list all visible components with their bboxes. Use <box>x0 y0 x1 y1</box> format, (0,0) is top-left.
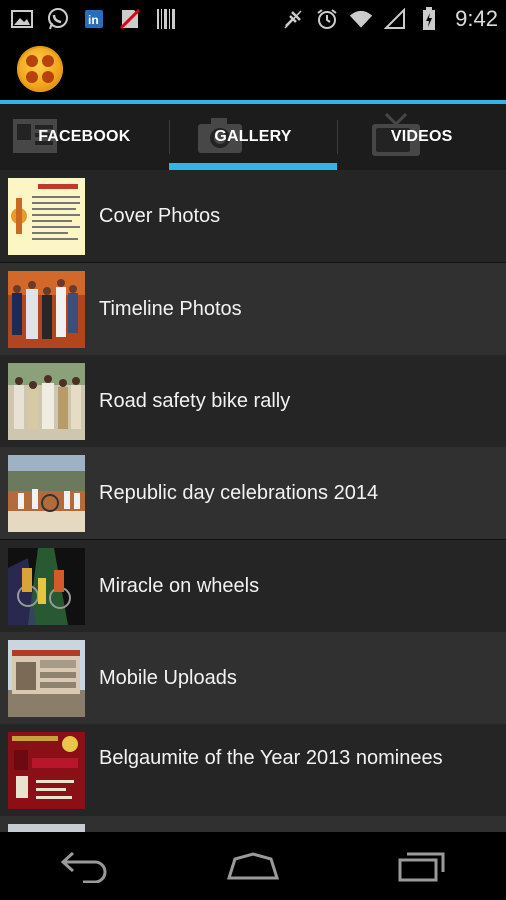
home-icon[interactable] <box>213 841 293 891</box>
album-title: Belgaumite of the Year 2013 nominees <box>99 747 443 769</box>
album-thumbnail <box>8 271 85 348</box>
album-thumbnail <box>8 548 85 625</box>
tab-videos[interactable]: VIDEOS <box>337 104 506 170</box>
album-list[interactable]: Cover Photos Timeline Photos Road safety… <box>0 170 506 832</box>
list-item[interactable] <box>0 816 506 832</box>
list-item[interactable]: Mobile Uploads <box>0 632 506 724</box>
recent-apps-icon[interactable] <box>382 841 462 891</box>
signal-icon <box>383 7 407 31</box>
barcode-icon <box>154 7 178 31</box>
album-thumbnail <box>8 178 85 255</box>
list-item[interactable]: Road safety bike rally <box>0 355 506 447</box>
album-thumbnail <box>8 640 85 717</box>
album-title: Republic day celebrations 2014 <box>99 481 379 504</box>
notification-icons: in <box>10 7 178 31</box>
linkedin-icon: in <box>82 7 106 31</box>
tab-bar: FACEBOOK GALLERY VIDEOS <box>0 104 506 170</box>
list-item[interactable]: Belgaumite of the Year 2013 nominees <box>0 724 506 816</box>
status-bar: in 9:42 <box>0 0 506 38</box>
album-title: Road safety bike rally <box>99 389 291 412</box>
list-item[interactable]: Miracle on wheels <box>0 540 506 632</box>
album-title: Cover Photos <box>99 204 221 227</box>
battery-charging-icon <box>417 7 441 31</box>
album-title: Mobile Uploads <box>99 666 237 689</box>
navigation-bar <box>0 832 506 900</box>
whatsapp-icon <box>46 7 70 31</box>
signal-off-icon <box>281 7 305 31</box>
wifi-icon <box>349 7 373 31</box>
album-title: Miracle on wheels <box>99 574 260 597</box>
album-thumbnail <box>8 732 85 809</box>
album-thumbnail <box>8 363 85 440</box>
tab-label: GALLERY <box>214 128 292 145</box>
back-icon[interactable] <box>44 841 124 891</box>
list-item[interactable]: Republic day celebrations 2014 <box>0 447 506 539</box>
list-item[interactable]: Timeline Photos <box>0 263 506 355</box>
action-bar <box>0 38 506 100</box>
album-title: Timeline Photos <box>99 297 242 320</box>
tab-gallery[interactable]: GALLERY <box>168 104 338 170</box>
list-item[interactable]: Cover Photos <box>0 170 506 262</box>
album-thumbnail <box>8 824 85 832</box>
tab-facebook[interactable]: FACEBOOK <box>0 104 169 170</box>
tab-label: FACEBOOK <box>38 128 131 145</box>
app-logo-icon[interactable] <box>17 46 63 92</box>
clock: 9:42 <box>455 6 498 31</box>
tab-label: VIDEOS <box>390 128 453 145</box>
system-icons: 9:42 <box>281 6 498 32</box>
alarm-icon <box>315 7 339 31</box>
album-thumbnail <box>8 455 85 532</box>
image-icon <box>10 7 34 31</box>
svg-text:in: in <box>88 13 99 27</box>
no-sim-icon <box>118 7 142 31</box>
